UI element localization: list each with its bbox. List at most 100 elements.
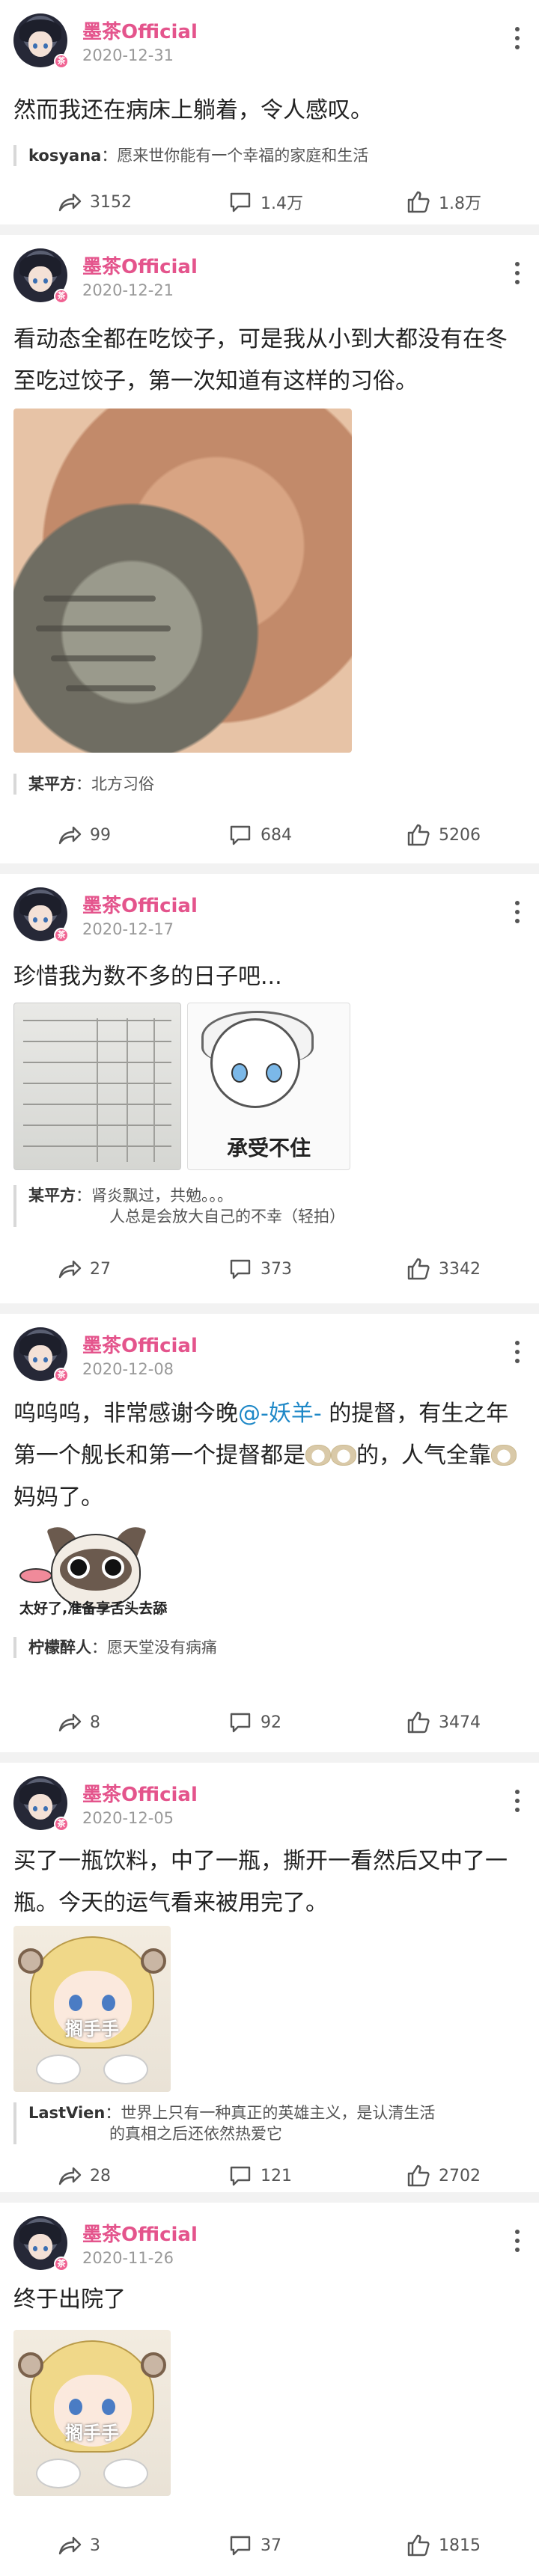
share-button[interactable]: 8 — [57, 1707, 100, 1737]
post-card: 茶 墨茶Official 2020-12-08 呜呜呜，非常感谢今晚@-妖羊- … — [0, 1314, 539, 1752]
comment-text: 北方习俗 — [91, 775, 154, 793]
thumbs-up-icon — [407, 824, 430, 846]
user-badge-icon: 茶 — [54, 1817, 69, 1832]
top-comment[interactable]: 某平方：北方习俗 — [13, 774, 526, 795]
post-header: 茶 墨茶Official 2020-12-31 — [13, 13, 526, 70]
post-image[interactable] — [13, 1003, 181, 1170]
post-text: 珍惜我为数不多的日子吧... — [13, 964, 282, 990]
comment-bubble-icon — [230, 1713, 251, 1733]
top-comment[interactable]: LastVien：世界上只有一种真正的英雄主义，是认清生活 的真相之后还依然热爱… — [13, 2102, 526, 2144]
more-vertical-icon[interactable] — [514, 2230, 521, 2255]
comment-button[interactable]: 121 — [228, 2161, 292, 2191]
more-vertical-icon[interactable] — [514, 262, 521, 287]
like-button[interactable]: 1815 — [406, 2530, 481, 2560]
username[interactable]: 墨茶Official — [82, 1330, 198, 1358]
share-count: 99 — [90, 825, 111, 845]
comment-button[interactable]: 373 — [228, 1254, 292, 1284]
comment-author: LastVien — [28, 2104, 106, 2122]
comment-author: 某平方 — [28, 775, 76, 793]
share-arrow-icon — [58, 1713, 82, 1732]
post-image[interactable]: 承受不住 — [187, 1003, 350, 1170]
image-caption: 搁手手 — [65, 2019, 119, 2040]
post-date: 2020-11-26 — [82, 2249, 174, 2267]
top-comment[interactable]: kosyana：愿来世你能有一个幸福的家庭和生活 — [13, 145, 526, 166]
share-arrow-icon — [58, 193, 82, 212]
post-text: 呜呜呜，非常感谢今晚@-妖羊- 的提督，有生之年第一个舰长和第一个提督都是 的，人… — [13, 1393, 526, 1519]
share-button[interactable]: 3152 — [57, 187, 132, 217]
user-badge-icon: 茶 — [54, 928, 69, 943]
thumbs-up-icon — [407, 2164, 430, 2187]
more-vertical-icon[interactable] — [514, 901, 521, 926]
like-count: 1815 — [439, 2536, 481, 2555]
post-image[interactable]: 太好了,准备享舌头去舔 — [13, 1523, 178, 1621]
post-card: 茶 墨茶Official 2020-12-05 买了一瓶饮料，中了一瓶，撕开一看… — [0, 1763, 539, 2192]
post-card: 茶 墨茶Official 2020-12-31 然而我还在病床上躺着，令人感叹。… — [0, 0, 539, 224]
more-vertical-icon[interactable] — [514, 1341, 521, 1366]
more-vertical-icon[interactable] — [514, 27, 521, 52]
post-image[interactable] — [13, 409, 352, 753]
comment-author: 柠檬醉人 — [28, 1639, 91, 1656]
share-count: 8 — [90, 1713, 100, 1732]
like-button[interactable]: 2702 — [406, 2161, 481, 2191]
post-actions: 3152 1.4万 1.8万 — [0, 187, 539, 217]
thumbs-up-icon — [407, 1711, 430, 1734]
mention-link[interactable]: @-妖羊- — [238, 1401, 322, 1427]
post-date: 2020-12-21 — [82, 281, 174, 299]
share-button[interactable]: 28 — [57, 2161, 111, 2191]
username[interactable]: 墨茶Official — [82, 1779, 198, 1807]
like-button[interactable]: 3474 — [406, 1707, 481, 1737]
post-card: 茶 墨茶Official 2020-12-17 珍惜我为数不多的日子吧... 承… — [0, 874, 539, 1303]
post-header: 茶 墨茶Official 2020-12-17 — [13, 887, 526, 944]
post-header: 茶 墨茶Official 2020-12-08 — [13, 1327, 526, 1384]
share-count: 28 — [90, 2166, 111, 2185]
top-comment[interactable]: 柠檬醉人：愿天堂没有病痛 — [13, 1637, 526, 1658]
user-badge-icon: 茶 — [54, 289, 69, 304]
like-count: 2702 — [439, 2166, 481, 2185]
comment-text: 肾炎飘过，共勉。。。 — [91, 1187, 233, 1205]
comment-bubble-icon — [230, 2166, 251, 2186]
like-count: 3342 — [439, 1259, 481, 1279]
comment-author: 某平方 — [28, 1187, 76, 1205]
top-comment[interactable]: 某平方：肾炎飘过，共勉。。。 人总是会放大自己的不幸（轻拍） — [13, 1185, 526, 1227]
like-button[interactable]: 1.8万 — [406, 187, 481, 217]
user-badge-icon: 茶 — [54, 1368, 69, 1383]
image-caption: 搁手手 — [65, 2423, 119, 2444]
comment-button[interactable]: 37 — [228, 2530, 281, 2560]
comment-text-continued: 的真相之后还依然热爱它 — [109, 2125, 282, 2143]
separator — [0, 224, 539, 235]
post-image[interactable]: 搁手手 — [13, 1926, 171, 2092]
comment-button[interactable]: 684 — [228, 820, 292, 850]
comment-author: kosyana — [28, 147, 102, 165]
like-button[interactable]: 3342 — [406, 1254, 481, 1284]
comment-text: 愿天堂没有病痛 — [107, 1639, 217, 1656]
comment-button[interactable]: 92 — [228, 1707, 281, 1737]
comment-text-continued: 人总是会放大自己的不幸（轻拍） — [109, 1208, 345, 1226]
share-button[interactable]: 27 — [57, 1254, 111, 1284]
post-actions: 28 121 2702 — [0, 2161, 539, 2191]
share-count: 3 — [90, 2536, 100, 2555]
share-button[interactable]: 99 — [57, 820, 111, 850]
post-actions: 8 92 3474 — [0, 1707, 539, 1737]
like-button[interactable]: 5206 — [406, 820, 481, 850]
share-button[interactable]: 3 — [57, 2530, 100, 2560]
share-count: 27 — [90, 1259, 111, 1279]
comment-bubble-icon — [230, 1259, 251, 1279]
comment-button[interactable]: 1.4万 — [228, 187, 303, 217]
post-header: 茶 墨茶Official 2020-12-05 — [13, 1776, 526, 1833]
username[interactable]: 墨茶Official — [82, 251, 198, 279]
username[interactable]: 墨茶Official — [82, 2219, 198, 2247]
image-caption: 承受不住 — [226, 1136, 311, 1160]
username[interactable]: 墨茶Official — [82, 890, 198, 918]
comment-text: 愿来世你能有一个幸福的家庭和生活 — [117, 147, 369, 165]
username[interactable]: 墨茶Official — [82, 16, 198, 44]
like-count: 3474 — [439, 1713, 481, 1732]
sheep-emoji-icon — [491, 1445, 517, 1466]
post-text: 然而我还在病床上躺着，令人感叹。 — [13, 97, 373, 123]
post-date: 2020-12-05 — [82, 1809, 174, 1827]
comment-count: 121 — [261, 2166, 292, 2185]
separator — [0, 1303, 539, 1314]
post-image[interactable]: 搁手手 — [13, 2330, 171, 2496]
more-vertical-icon[interactable] — [514, 1790, 521, 1815]
post-text: 看动态全都在吃饺子，可是我从小到大都没有在冬至吃过饺子，第一次知道有这样的习俗。 — [13, 326, 508, 394]
comment-count: 684 — [261, 825, 292, 845]
